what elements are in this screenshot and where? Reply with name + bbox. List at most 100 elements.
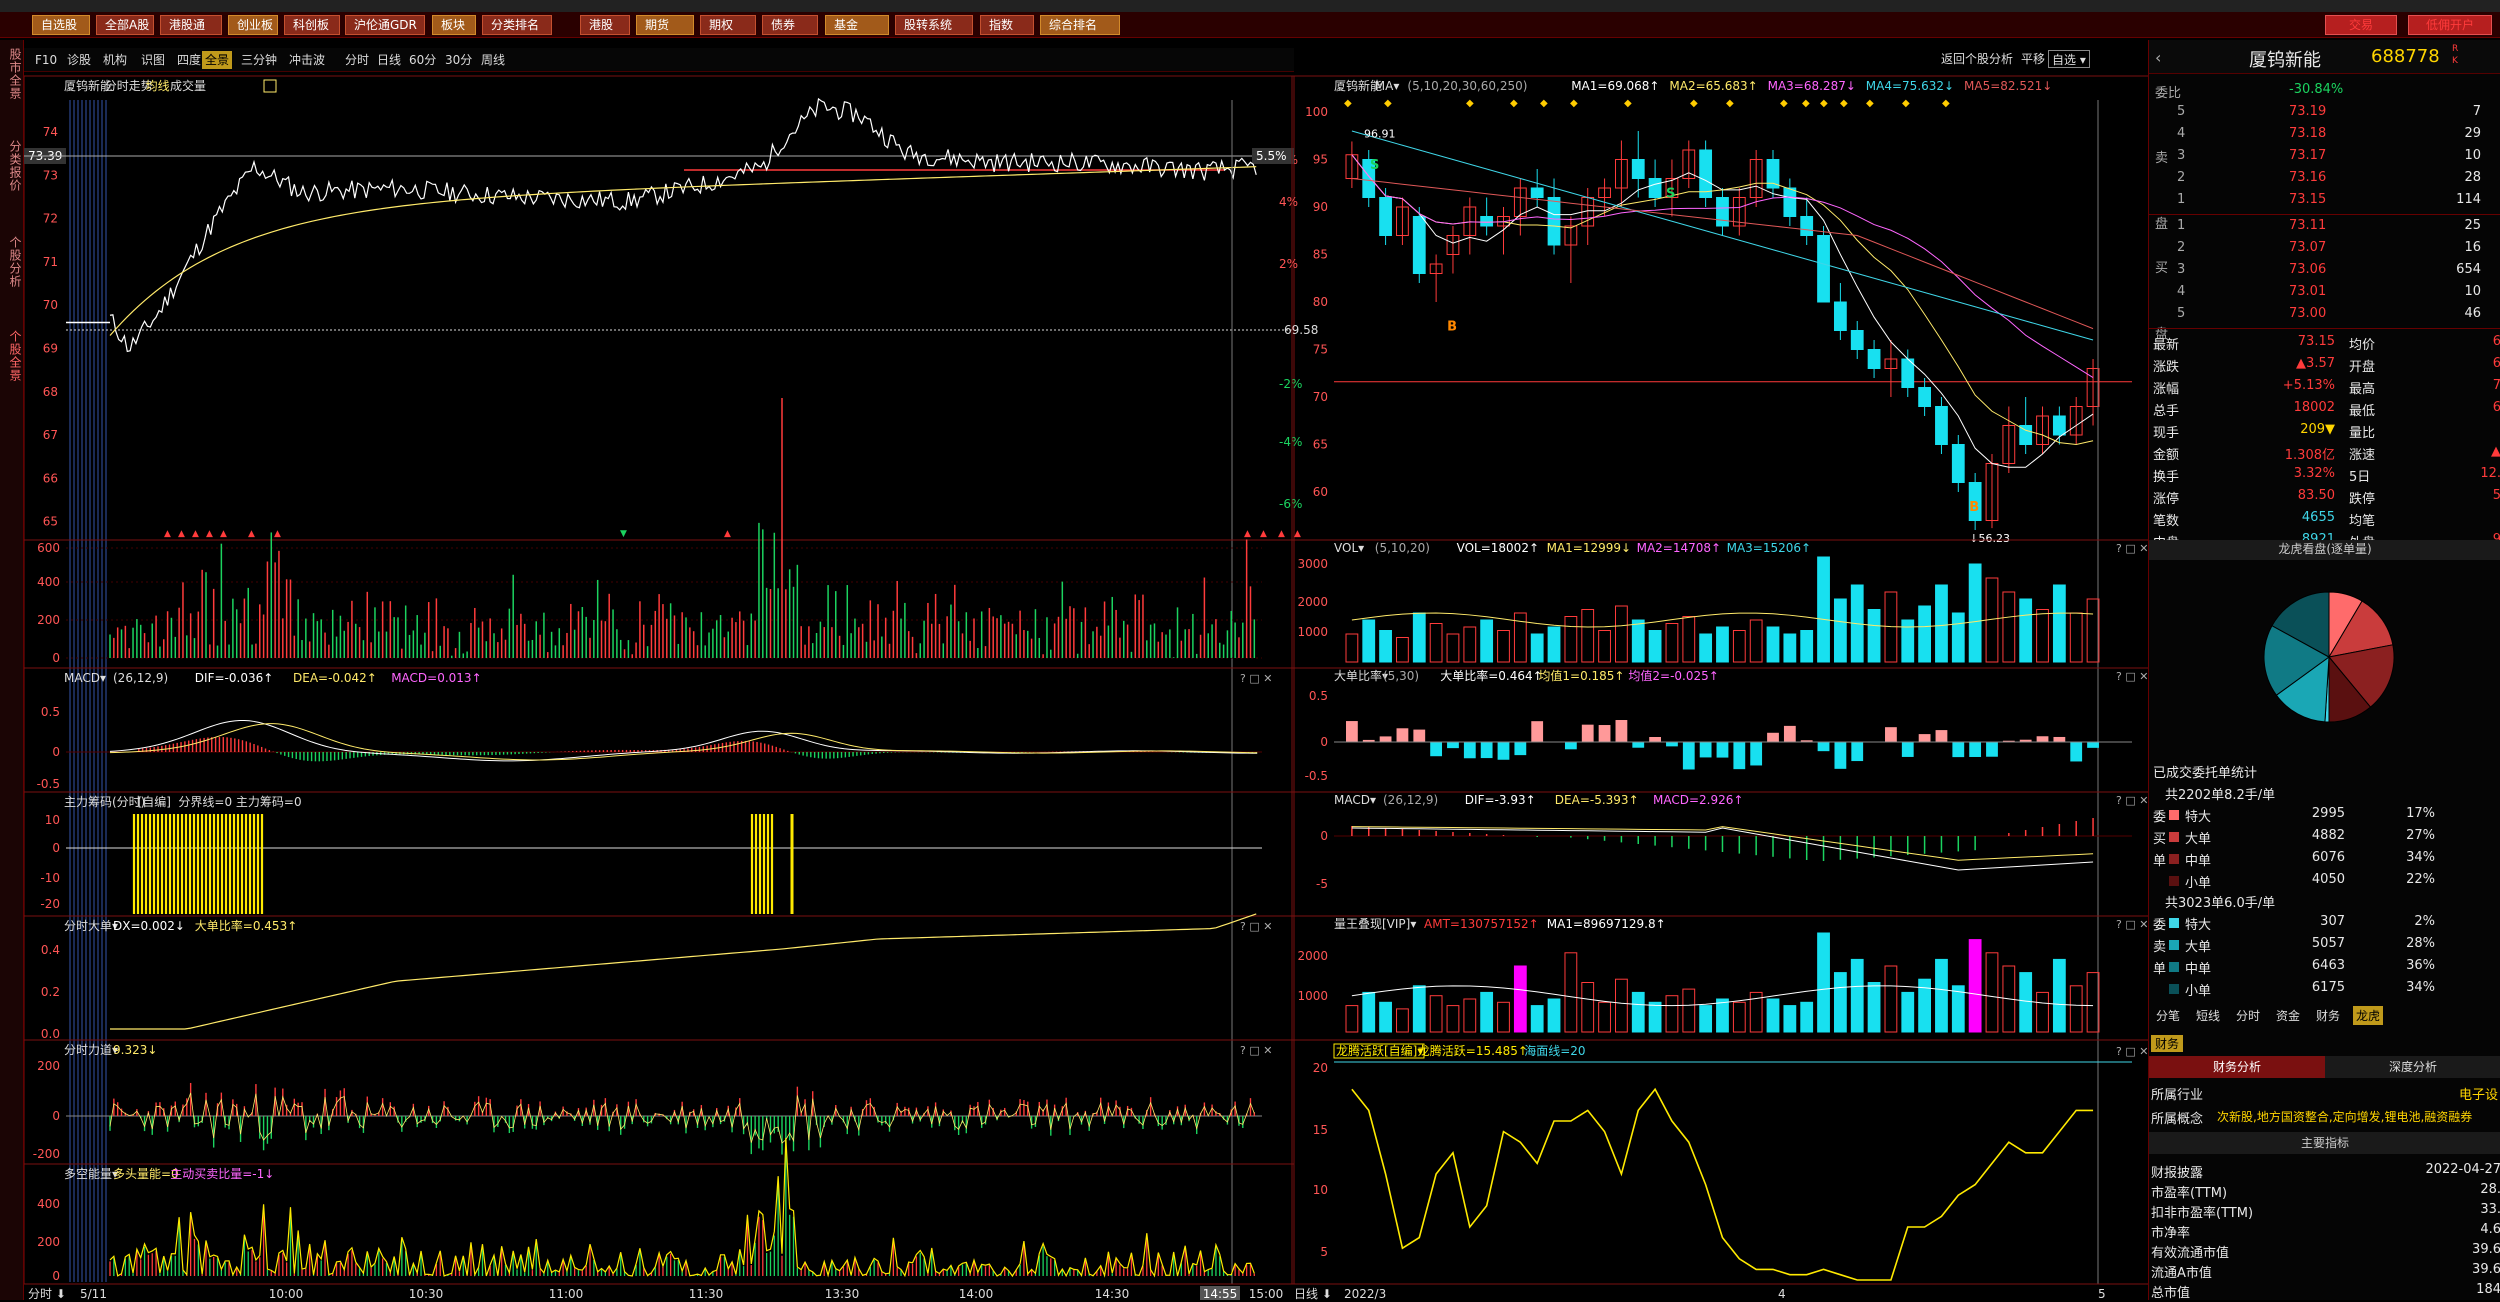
toolbar-btn-3[interactable]: 创业板 (228, 15, 278, 35)
signal-diamond: ◆ (1726, 98, 1734, 109)
tab-finance-analysis[interactable]: 财务分析 (2149, 1056, 2325, 1078)
tab-9[interactable]: 日线 (374, 51, 404, 69)
price-line (110, 99, 1256, 352)
macd2-tick: -5 (1316, 877, 1328, 891)
fin-label: 财报披露 (2151, 1162, 2203, 1181)
tab-11[interactable]: 30分 (442, 51, 475, 69)
trade-button[interactable]: 交易 (2325, 15, 2397, 35)
nav-market-overview[interactable]: 股市全景 (2, 48, 22, 100)
back-chevron-icon[interactable]: ‹ (2155, 48, 2161, 67)
price-tick: 66 (43, 471, 58, 485)
bid-row[interactable]: 373.06654 (2149, 262, 2500, 282)
nav-stock-panorama[interactable]: 个股全景 (2, 330, 22, 382)
bid-row[interactable]: 573.0046 (2149, 306, 2500, 326)
finance-badge[interactable]: 财务 (2151, 1035, 2183, 1052)
tab-6[interactable]: 三分钟 (238, 51, 280, 69)
quote-panel: ‹ 厦钨新能 688778 R K 委比 -30.84% 573.197473.… (2148, 40, 2500, 1300)
macd1-window-icons: ? □ ✕ (1240, 672, 1272, 685)
toolbar-btn-2[interactable]: 港股通 (160, 15, 222, 35)
tab-5[interactable]: 全景 (202, 51, 232, 69)
tab-0[interactable]: F10 (32, 51, 60, 69)
ask-price: 73.19 (2289, 104, 2326, 119)
chips-tick: 10 (45, 813, 60, 827)
ask-volume: 7 (2445, 104, 2481, 119)
toolbar-btn-1[interactable]: 全部A股 (96, 15, 154, 35)
sub-tab-3[interactable]: 资金 (2273, 1006, 2303, 1025)
high-mark: 96.91 (1364, 127, 1396, 140)
amt-bar (1582, 983, 1594, 1033)
toolbar-btn-6[interactable]: 板块 (432, 15, 476, 35)
tab-1[interactable]: 诊股 (64, 51, 94, 69)
ask-row[interactable]: 373.1710 (2149, 148, 2500, 168)
tab-3[interactable]: 识图 (138, 51, 168, 69)
vol2-bar (1649, 631, 1661, 663)
vol2-bar (1498, 631, 1510, 663)
signal-triangle: ▲ (206, 529, 213, 539)
bid-price: 73.06 (2289, 262, 2326, 277)
sub-tab-0[interactable]: 分笔 (2153, 1006, 2183, 1025)
toolbar-btn-13[interactable]: 股转系统 (895, 15, 973, 35)
fin-row: 市净率4.6 (2149, 1222, 2500, 1242)
ask-row[interactable]: 173.15114 (2149, 192, 2500, 212)
quote-label: 5日 (2349, 466, 2370, 485)
top-right-tab-0[interactable]: 返回个股分析 (1938, 50, 2016, 68)
toolbar-btn-14[interactable]: 指数 (980, 15, 1034, 35)
sub-tab-5[interactable]: 龙虎 (2353, 1006, 2383, 1025)
nav-category-quote[interactable]: 分类报价 (2, 140, 22, 192)
bigratio-header-1: (5,30) (1383, 669, 1419, 683)
bid-row[interactable]: 473.0110 (2149, 284, 2500, 304)
vol2-bar (1700, 634, 1712, 662)
toolbar-btn-8[interactable]: 港股 (580, 15, 630, 35)
ask-row[interactable]: 473.1829 (2149, 126, 2500, 146)
daily-tick: 95 (1313, 153, 1328, 167)
side-char: 委 (2153, 806, 2166, 825)
toolbar-btn-12[interactable]: 基金 (825, 15, 889, 35)
sub-tab-2[interactable]: 分时 (2233, 1006, 2263, 1025)
top-right-tab-1[interactable]: 平移 (2018, 50, 2048, 68)
ask-row[interactable]: 573.197 (2149, 104, 2500, 124)
daily-panel (1292, 76, 2148, 540)
tab-2[interactable]: 机构 (100, 51, 130, 69)
bigratio-bar (1851, 742, 1863, 761)
bigratio-bar (1784, 726, 1796, 742)
toolbar-btn-11[interactable]: 债券 (762, 15, 818, 35)
sub-tab-4[interactable]: 财务 (2313, 1006, 2343, 1025)
tab-8[interactable]: 分时 (342, 51, 372, 69)
bigorder-panel (24, 916, 1294, 1040)
sub-tab-1[interactable]: 短线 (2193, 1006, 2223, 1025)
quote-row: 涨幅+5.13%最高7 (2149, 378, 2500, 398)
daily-tick: 90 (1313, 200, 1328, 214)
order-size-label: 大单 (2185, 828, 2211, 847)
force-panel (24, 1040, 1294, 1164)
vol2-bar (1346, 634, 1358, 662)
nav-stock-analysis[interactable]: 个股分析 (2, 236, 22, 288)
amt-tick: 2000 (1297, 949, 1328, 963)
legend-swatch (2169, 918, 2179, 928)
bigratio-bar (2087, 742, 2099, 748)
bid-row[interactable]: 273.0716 (2149, 240, 2500, 260)
view-tabs: F10诊股机构识图四度全景三分钟冲击波分时日线60分30分周线 (24, 48, 1294, 72)
amt-bar (1700, 1006, 1712, 1032)
tab-4[interactable]: 四度 (174, 51, 204, 69)
ask-row[interactable]: 273.1628 (2149, 170, 2500, 190)
bigratio-bar (1599, 725, 1611, 742)
tab-deep-analysis[interactable]: 深度分析 (2325, 1056, 2500, 1078)
open-account-button[interactable]: 低佣开户 (2408, 15, 2492, 35)
pre-close-label: 69.58 (1284, 323, 1318, 337)
tab-7[interactable]: 冲击波 (286, 51, 328, 69)
bid-row[interactable]: 173.1125 (2149, 218, 2500, 238)
bigorder-header-1: DX=0.002↓ (113, 919, 185, 933)
signal-diamond: ◆ (1570, 98, 1578, 109)
toolbar-btn-0[interactable]: 自选股 (32, 15, 90, 35)
toolbar-btn-5[interactable]: 沪伦通GDR (345, 15, 425, 35)
toolbar-btn-15[interactable]: 综合排名 (1040, 15, 1120, 35)
tab-12[interactable]: 周线 (478, 51, 508, 69)
top-right-tab-2[interactable]: 自选 ▾ (2048, 50, 2090, 68)
toolbar-btn-9[interactable]: 期货 (636, 15, 694, 35)
toolbar-btn-10[interactable]: 期权 (700, 15, 756, 35)
tab-10[interactable]: 60分 (406, 51, 439, 69)
toolbar-btn-4[interactable]: 科创板 (284, 15, 340, 35)
toolbar-btn-7[interactable]: 分类排名 (482, 15, 552, 35)
quote-label: 涨停 (2153, 488, 2179, 507)
bigratio-tick: -0.5 (1305, 769, 1328, 783)
